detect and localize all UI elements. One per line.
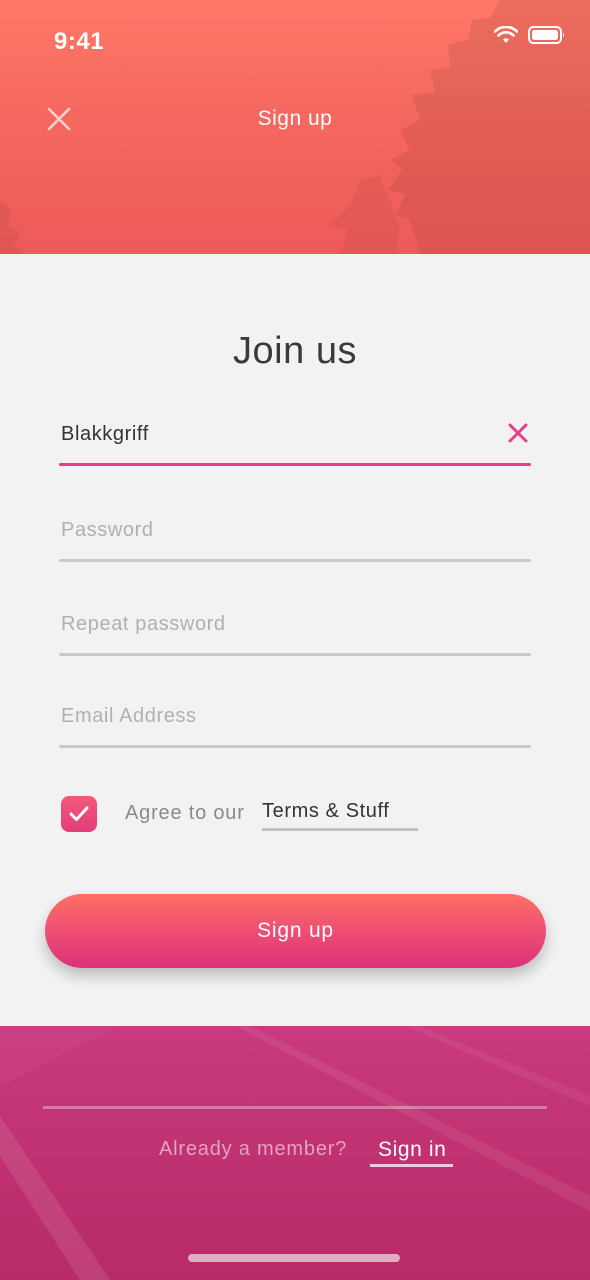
repeat-password-field xyxy=(59,598,531,656)
status-time: 9:41 xyxy=(54,28,105,55)
wifi-icon xyxy=(494,26,518,43)
agree-row: Agree to our Terms & Stuff xyxy=(61,796,531,832)
agree-checkbox[interactable] xyxy=(61,796,97,832)
terms-underline xyxy=(262,828,418,831)
header-title: Sign up xyxy=(257,107,333,130)
email-field xyxy=(59,690,531,748)
status-icons xyxy=(494,26,566,44)
sign-in-underline xyxy=(370,1164,453,1167)
email-underline xyxy=(59,745,531,748)
footer-divider xyxy=(43,1106,547,1109)
repeat-password-underline xyxy=(59,653,531,656)
repeat-password-input[interactable] xyxy=(59,598,531,650)
clear-icon[interactable] xyxy=(507,422,529,444)
home-indicator xyxy=(188,1254,400,1262)
header: 9:41 Sign up xyxy=(0,0,590,254)
email-input[interactable] xyxy=(59,690,531,742)
battery-icon xyxy=(528,26,564,44)
password-field xyxy=(59,504,531,562)
password-input[interactable] xyxy=(59,504,531,556)
terms-link[interactable]: Terms & Stuff xyxy=(262,800,389,823)
agree-label: Agree to our xyxy=(125,802,245,824)
checkmark-icon xyxy=(69,806,89,821)
username-underline xyxy=(59,463,531,466)
already-member-text: Already a member? xyxy=(159,1138,348,1160)
username-input[interactable] xyxy=(59,408,531,460)
footer: Already a member? Sign in xyxy=(0,1026,590,1280)
sign-in-link[interactable]: Sign in xyxy=(378,1138,446,1162)
username-field xyxy=(59,408,531,466)
sign-up-button[interactable]: Sign up xyxy=(45,894,546,968)
password-underline xyxy=(59,559,531,562)
tree-edge-image xyxy=(0,200,24,254)
form-title: Join us xyxy=(233,330,357,372)
